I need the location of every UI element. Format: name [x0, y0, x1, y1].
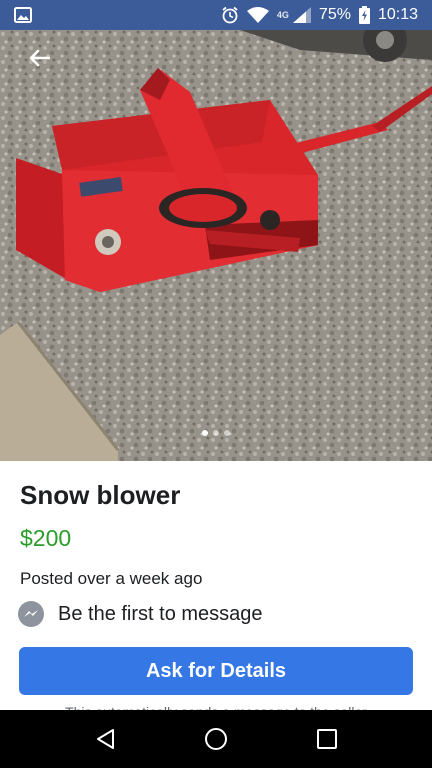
square-recents-icon — [316, 729, 337, 749]
back-arrow-icon — [29, 49, 50, 67]
nav-recents-button[interactable] — [307, 719, 347, 759]
network-type-label: 4G — [276, 10, 289, 20]
circle-home-icon — [204, 728, 227, 750]
posted-time: Posted over a week ago — [20, 569, 203, 588]
ask-for-details-button[interactable]: Ask for Details — [19, 647, 413, 695]
status-bar: 4G 75% 10:13 — [0, 0, 432, 30]
carousel-dot-2[interactable] — [213, 430, 219, 436]
clock: 10:13 — [377, 6, 418, 23]
nav-home-button[interactable] — [196, 719, 236, 759]
battery-percent: 75% — [318, 6, 351, 23]
carousel-dot-3[interactable] — [224, 430, 230, 436]
gallery-icon — [14, 7, 32, 23]
snowblower-photo-illustration — [0, 30, 432, 461]
signal-icon — [292, 7, 311, 23]
carousel-dot-1[interactable] — [202, 430, 208, 436]
back-button[interactable] — [22, 44, 56, 72]
listing-title: Snow blower — [20, 480, 181, 510]
listing-price: $200 — [20, 525, 72, 551]
messenger-icon — [18, 601, 44, 627]
battery-icon — [358, 6, 370, 24]
message-prompt-text: Be the first to message — [58, 602, 263, 625]
alarm-icon — [221, 6, 239, 24]
triangle-back-icon — [97, 729, 115, 749]
wifi-icon — [246, 7, 269, 23]
android-nav-bar — [0, 710, 432, 768]
carousel-indicator — [0, 430, 432, 436]
listing-photo[interactable] — [0, 30, 432, 461]
message-prompt-row: Be the first to message — [18, 601, 263, 627]
nav-back-button[interactable] — [85, 719, 125, 759]
